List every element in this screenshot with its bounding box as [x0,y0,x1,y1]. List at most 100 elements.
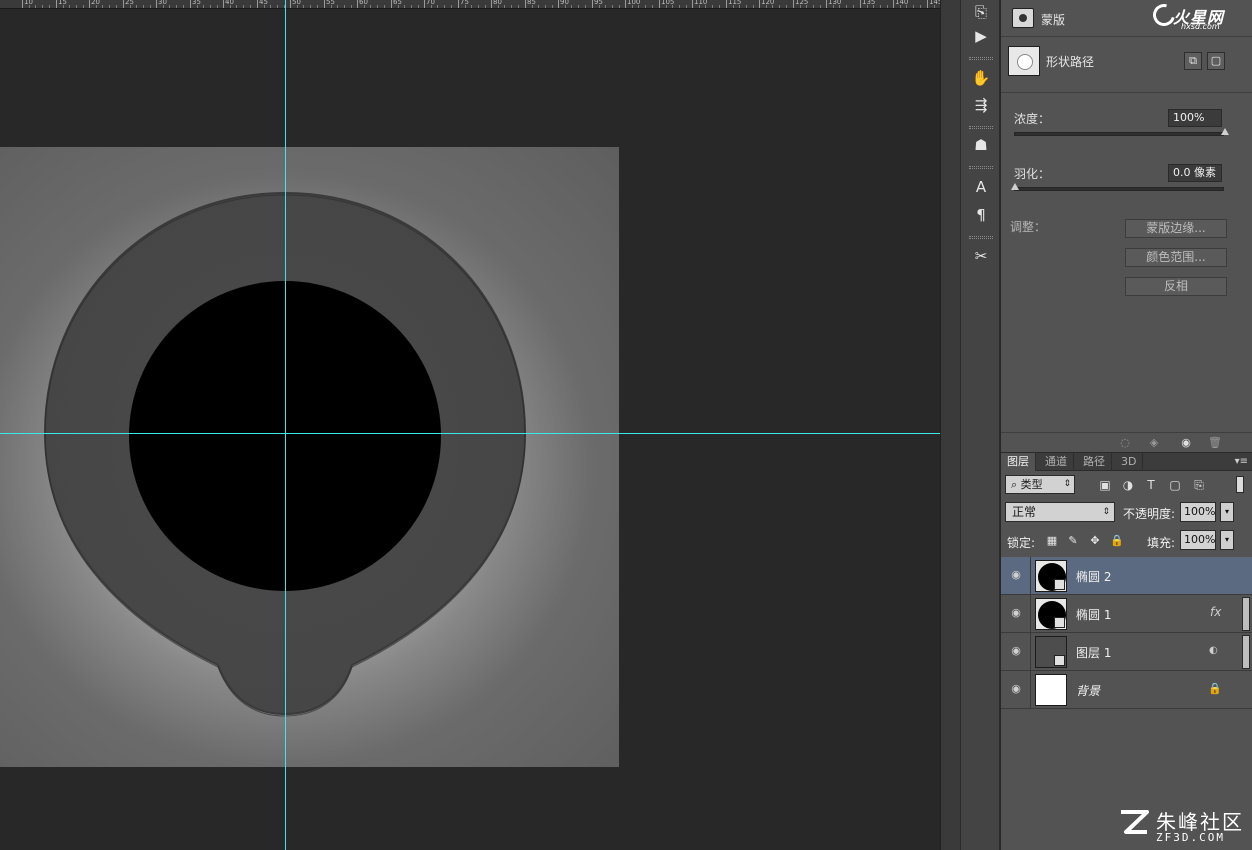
canvas-area[interactable]: 10 15 20 25 30 35 40 45 50 55 60 65 70 75 80 85 90 95 100 1… [0,0,940,850]
eye-icon[interactable]: ◉ [1008,607,1024,619]
tool-presets-icon[interactable]: ✂ [969,244,993,268]
character-icon[interactable]: A [969,175,993,199]
tab-paths[interactable]: 路径 [1077,453,1112,471]
eye-icon[interactable]: ◉ [1008,683,1024,695]
play-action-icon[interactable]: ▶ [969,24,993,48]
layer-thumbnail[interactable] [1035,636,1067,668]
filter-kind-value: 类型 [1020,478,1043,491]
layer-row-ellipse-2[interactable]: ◉ 椭圆 2 [1001,557,1252,595]
clone-source-icon[interactable]: ☗ [969,133,993,157]
hxsd-logo-domain: hxsd.com [1181,22,1220,31]
density-slider[interactable] [1014,128,1229,136]
ruler-minor-tick [344,5,345,8]
zf3d-watermark: 朱峰社区 ZF3D.COM [1118,806,1248,846]
eye-icon[interactable]: ◉ [1008,645,1024,657]
mask-icon[interactable] [1012,8,1034,28]
ruler-tick [223,0,224,8]
layer-name[interactable]: 图层 1 [1076,644,1111,661]
invert-button[interactable]: 反相 [1125,277,1227,296]
layer-name[interactable]: 椭圆 1 [1076,606,1111,623]
panel-grip[interactable] [969,166,993,169]
lock-all-icon[interactable]: 🔒 [1110,534,1124,548]
delete-icon[interactable]: 🗑 [1208,436,1222,450]
watermark-domain: ZF3D.COM [1156,831,1225,844]
mask-edge-button[interactable]: 蒙版边缘... [1125,219,1227,238]
ruler-minor-tick [906,5,907,8]
paragraph-icon[interactable]: ¶ [969,203,993,227]
panel-menu-icon[interactable]: ▾≡ [1235,453,1248,471]
layer-row-layer-1[interactable]: ◉ 图层 1 ◐ [1001,633,1252,671]
fx-icon[interactable]: fx [1210,605,1221,619]
layer-expand-toggle[interactable] [1242,635,1250,669]
ruler-minor-tick [820,5,821,8]
opacity-dropdown-icon[interactable]: ▾ [1220,502,1234,522]
density-input[interactable]: 100% [1168,109,1222,127]
ruler-minor-tick [719,5,720,8]
ruler-minor-tick [571,5,572,8]
panel-grip[interactable] [969,236,993,239]
brush-icon[interactable]: ✋ [969,66,993,90]
document-canvas[interactable] [0,147,619,767]
feather-slider-thumb[interactable] [1011,183,1019,190]
layer-row-ellipse-1[interactable]: ◉ 椭圆 1 fx [1001,595,1252,633]
ruler-tick [893,0,894,8]
ruler-minor-tick [377,5,378,8]
tab-3d[interactable]: 3D [1115,453,1144,471]
ruler-minor-tick [42,5,43,8]
fill-dropdown-icon[interactable]: ▾ [1220,530,1234,550]
eye-icon[interactable]: ◉ [1008,569,1024,581]
ruler-minor-tick [384,5,385,8]
feather-input[interactable]: 0.0 像素 [1168,164,1222,182]
load-selection-icon[interactable]: ◌ [1118,436,1132,450]
brush-presets-icon[interactable]: ⇶ [969,93,993,117]
feather-slider[interactable] [1011,183,1224,191]
layer-thumbnail[interactable] [1035,674,1067,706]
vertical-guide[interactable] [285,0,286,850]
opacity-input[interactable]: 100% [1180,502,1216,522]
panel-grip[interactable] [969,126,993,129]
filter-kind-select[interactable]: ⌕ 类型 ⇕ [1005,475,1075,494]
fill-input[interactable]: 100% [1180,530,1216,550]
type-filter-icon[interactable]: T [1143,477,1159,493]
chevron-updown-icon: ⇕ [1102,507,1110,517]
ruler-minor-tick [645,5,646,8]
layer-thumbnail[interactable] [1035,598,1067,630]
pixel-filter-icon[interactable]: ▣ [1097,477,1113,493]
ruler-minor-tick [465,5,466,8]
panel-grip[interactable] [969,57,993,60]
tab-channels[interactable]: 通道 [1039,453,1074,471]
horizontal-guide[interactable] [0,433,940,434]
vector-mask-thumbnail[interactable] [1008,46,1040,76]
ruler-tick [156,0,157,8]
layer-row-background[interactable]: ◉ 背景 🔒 [1001,671,1252,709]
horizontal-ruler[interactable]: 10 15 20 25 30 35 40 45 50 55 60 65 70 75 80 85 90 95 100 1… [0,0,940,9]
blend-mode-select[interactable]: 正常 ⇕ [1005,502,1115,522]
density-slider-thumb[interactable] [1221,128,1229,135]
ruler-minor-tick [887,5,888,8]
layer-thumbnail[interactable] [1035,560,1067,592]
tab-layers[interactable]: 图层 [1001,453,1036,471]
ruler-minor-tick [666,5,667,8]
smart-object-filter-icon[interactable]: ⎘ [1191,477,1207,493]
ruler-minor-tick [163,5,164,8]
layer-expand-toggle[interactable] [1242,597,1250,631]
lock-pixels-icon[interactable]: ✎ [1066,534,1080,548]
ruler-minor-tick [599,5,600,8]
smart-filter-icon[interactable]: ◐ [1209,645,1218,656]
lock-transparent-icon[interactable]: ▦ [1045,534,1059,548]
layer-name[interactable]: 背景 [1076,682,1100,699]
shape-filter-icon[interactable]: ▢ [1167,477,1183,493]
ruler-minor-tick [49,5,50,8]
ruler-minor-tick [96,5,97,8]
visibility-icon[interactable]: ◉ [1179,436,1193,450]
adjustment-filter-icon[interactable]: ◑ [1120,477,1136,493]
history-icon[interactable]: ⎘ [969,0,993,24]
color-range-button[interactable]: 颜色范围... [1125,248,1227,267]
filter-toggle[interactable] [1236,476,1244,493]
layer-name[interactable]: 椭圆 2 [1076,568,1111,585]
divider [1030,671,1031,709]
add-vector-mask-icon[interactable]: ▢ [1207,52,1225,70]
add-pixel-mask-icon[interactable]: ⧉ [1184,52,1202,70]
lock-position-icon[interactable]: ✥ [1088,534,1102,548]
apply-mask-icon[interactable]: ◈ [1147,436,1161,450]
